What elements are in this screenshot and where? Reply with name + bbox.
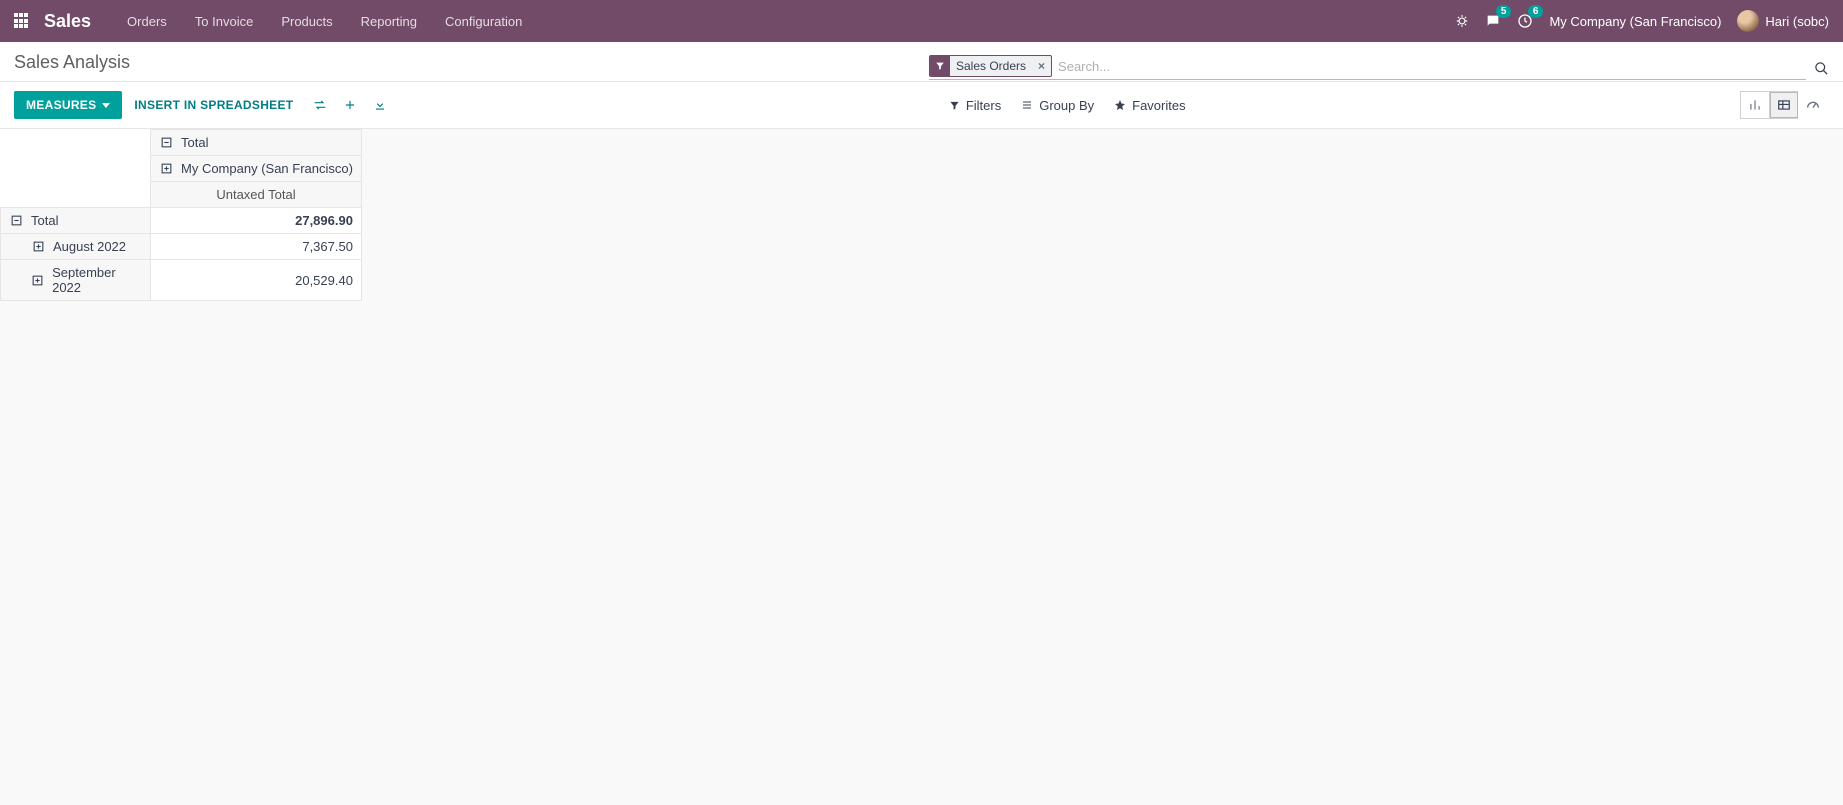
pivot-corner (1, 130, 151, 208)
funnel-icon (949, 100, 960, 111)
expand-icon[interactable] (159, 162, 173, 175)
pivot-table: Total My Company (San Francisco) Untaxed… (0, 129, 362, 301)
row-label: August 2022 (53, 239, 126, 254)
module-brand[interactable]: Sales (44, 11, 91, 32)
funnel-icon (930, 56, 950, 76)
row-header-september[interactable]: September 2022 (1, 260, 151, 301)
row-header-august[interactable]: August 2022 (1, 234, 151, 260)
company-switcher[interactable]: My Company (San Francisco) (1549, 14, 1721, 29)
messages-badge: 5 (1496, 5, 1512, 18)
collapse-icon[interactable] (9, 214, 23, 227)
col-group-company[interactable]: My Company (San Francisco) (151, 156, 362, 182)
user-name: Hari (sobc) (1765, 14, 1829, 29)
collapse-icon[interactable] (159, 136, 173, 149)
star-icon (1114, 99, 1126, 111)
row-value: 20,529.40 (151, 260, 362, 301)
gauge-icon (1805, 97, 1821, 113)
breadcrumb: Sales Analysis (14, 52, 130, 81)
groupby-menu[interactable]: Group By (1011, 92, 1104, 119)
search-input[interactable] (1052, 57, 1806, 76)
favorites-menu[interactable]: Favorites (1104, 92, 1195, 119)
col-group-total[interactable]: Total (151, 130, 362, 156)
control-panel-top: Sales Analysis Sales Orders × (0, 42, 1843, 82)
main-navbar: Sales Orders To Invoice Products Reporti… (0, 0, 1843, 42)
facet-label: Sales Orders (950, 59, 1032, 73)
graph-view-button[interactable] (1740, 91, 1770, 119)
row-label: September 2022 (52, 265, 142, 295)
search-bar[interactable]: Sales Orders × (929, 53, 1806, 80)
download-icon[interactable] (365, 91, 395, 119)
groupby-label: Group By (1039, 98, 1094, 113)
activities-badge: 6 (1528, 5, 1544, 18)
col-group-label: Total (181, 135, 208, 150)
expand-all-icon[interactable] (335, 91, 365, 119)
apps-icon[interactable] (14, 13, 30, 29)
user-menu[interactable]: Hari (sobc) (1737, 10, 1829, 32)
row-total-value: 27,896.90 (151, 208, 362, 234)
filters-menu[interactable]: Filters (939, 92, 1011, 119)
nav-link-to-invoice[interactable]: To Invoice (181, 0, 268, 42)
measure-header[interactable]: Untaxed Total (151, 182, 362, 208)
favorites-label: Favorites (1132, 98, 1185, 113)
nav-links: Orders To Invoice Products Reporting Con… (113, 0, 536, 42)
nav-link-orders[interactable]: Orders (113, 0, 181, 42)
row-value: 7,367.50 (151, 234, 362, 260)
pivot-row-total: Total 27,896.90 (1, 208, 362, 234)
pivot-area: Total My Company (San Francisco) Untaxed… (0, 129, 1843, 301)
activities-icon[interactable]: 6 (1517, 13, 1533, 29)
debug-icon[interactable] (1455, 14, 1469, 28)
caret-down-icon (102, 103, 110, 108)
expand-icon[interactable] (31, 240, 45, 253)
col-sub-label: My Company (San Francisco) (181, 161, 353, 176)
filters-label: Filters (966, 98, 1001, 113)
nav-right: 5 6 My Company (San Francisco) Hari (sob… (1455, 10, 1829, 32)
toolbar: MEASURES INSERT IN SPREADSHEET Filters G… (0, 82, 1843, 129)
insert-spreadsheet-button[interactable]: INSERT IN SPREADSHEET (122, 91, 305, 119)
pivot-view-button[interactable] (1769, 91, 1799, 119)
nav-link-reporting[interactable]: Reporting (347, 0, 431, 42)
flip-axis-icon[interactable] (305, 91, 335, 119)
list-icon (1021, 99, 1033, 111)
search-icon[interactable] (1814, 61, 1829, 80)
table-icon (1777, 98, 1791, 112)
search-facet: Sales Orders × (929, 55, 1052, 77)
bar-chart-icon (1748, 98, 1762, 112)
avatar (1737, 10, 1759, 32)
expand-icon[interactable] (31, 274, 44, 287)
pivot-row: September 2022 20,529.40 (1, 260, 362, 301)
measures-label: MEASURES (26, 98, 96, 112)
messages-icon[interactable]: 5 (1485, 13, 1501, 29)
row-total-label: Total (31, 213, 58, 228)
nav-link-products[interactable]: Products (267, 0, 346, 42)
pivot-row: August 2022 7,367.50 (1, 234, 362, 260)
nav-link-configuration[interactable]: Configuration (431, 0, 536, 42)
measures-button[interactable]: MEASURES (14, 91, 122, 119)
view-switcher (1739, 90, 1829, 120)
row-total-header[interactable]: Total (1, 208, 151, 234)
dashboard-view-button[interactable] (1798, 91, 1828, 119)
facet-remove[interactable]: × (1032, 59, 1051, 73)
